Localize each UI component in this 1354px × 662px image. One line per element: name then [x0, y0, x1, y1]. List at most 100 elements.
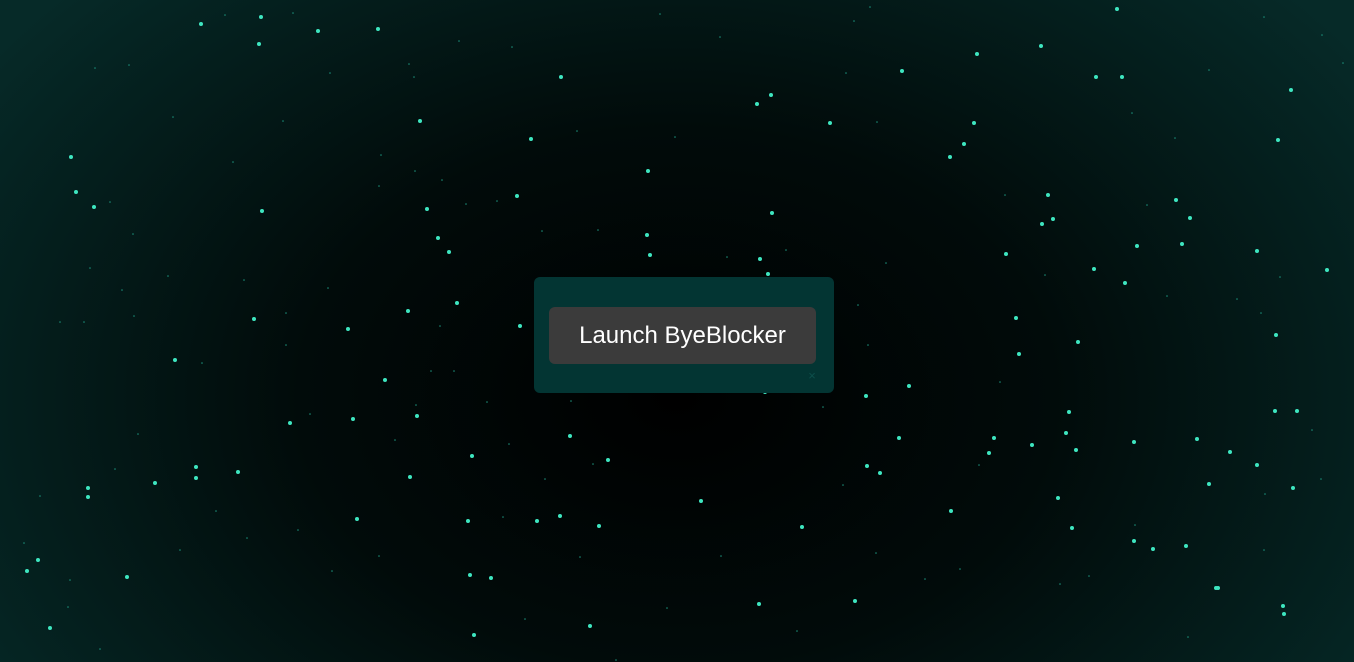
star — [518, 324, 522, 328]
star — [466, 519, 470, 523]
star — [1070, 526, 1074, 530]
star — [1291, 486, 1295, 490]
star-dim — [179, 549, 181, 551]
star — [1039, 44, 1043, 48]
star — [86, 495, 90, 499]
star — [1295, 409, 1299, 413]
star-dim — [133, 315, 135, 317]
star — [36, 558, 40, 562]
star — [853, 599, 857, 603]
star-dim — [885, 262, 887, 264]
star — [1030, 443, 1034, 447]
star-dim — [380, 154, 382, 156]
star-dim — [1044, 274, 1046, 276]
star-dim — [1146, 204, 1148, 206]
star — [489, 576, 493, 580]
star-dim — [94, 67, 96, 69]
launch-byeblocker-button[interactable]: Launch ByeBlocker — [549, 307, 816, 364]
star — [1274, 333, 1278, 337]
star-dim — [541, 230, 543, 232]
star — [1056, 496, 1060, 500]
star-dim — [924, 578, 926, 580]
star-dim — [876, 121, 878, 123]
star — [568, 434, 572, 438]
star — [975, 52, 979, 56]
star-dim — [137, 433, 139, 435]
star-dim — [822, 406, 824, 408]
launcher-panel: Launch ByeBlocker × — [534, 277, 834, 393]
star-dim — [496, 200, 498, 202]
star-dim — [1088, 575, 1090, 577]
star — [1255, 249, 1259, 253]
star-dim — [719, 36, 721, 38]
star-dim — [592, 463, 594, 465]
star — [865, 464, 869, 468]
star-dim — [69, 579, 71, 581]
star — [472, 633, 476, 637]
star — [346, 327, 350, 331]
star-dim — [408, 63, 410, 65]
star-dim — [109, 201, 111, 203]
star — [1064, 431, 1068, 435]
star-dim — [486, 401, 488, 403]
star — [153, 481, 157, 485]
star-dim — [465, 203, 467, 205]
star-dim — [1311, 429, 1313, 431]
star — [770, 211, 774, 215]
star — [1255, 463, 1259, 467]
star — [1067, 410, 1071, 414]
star-dim — [331, 570, 333, 572]
star — [173, 358, 177, 362]
star-dim — [23, 542, 25, 544]
close-icon[interactable]: × — [805, 369, 819, 383]
star — [948, 155, 952, 159]
star — [470, 454, 474, 458]
star — [69, 155, 73, 159]
star — [48, 626, 52, 630]
star — [418, 119, 422, 123]
star — [406, 309, 410, 313]
star — [1092, 267, 1096, 271]
star-dim — [674, 136, 676, 138]
star-dim — [511, 46, 513, 48]
star — [755, 102, 759, 106]
star-dim — [659, 13, 661, 15]
star-dim — [282, 120, 284, 122]
star-dim — [121, 289, 123, 291]
star — [972, 121, 976, 125]
star — [1014, 316, 1018, 320]
star — [1180, 242, 1184, 246]
star — [1174, 198, 1178, 202]
star-dim — [1174, 137, 1176, 139]
star — [455, 301, 459, 305]
star — [588, 624, 592, 628]
star-dim — [1263, 549, 1265, 551]
star-dim — [1208, 69, 1210, 71]
star — [535, 519, 539, 523]
star — [236, 470, 240, 474]
star-dim — [114, 468, 116, 470]
star — [1228, 450, 1232, 454]
star-dim — [378, 185, 380, 187]
star-dim — [1131, 112, 1133, 114]
star — [447, 250, 451, 254]
star-dim — [414, 170, 416, 172]
star — [194, 476, 198, 480]
star-dim — [544, 478, 546, 480]
star-dim — [215, 510, 217, 512]
star — [1115, 7, 1119, 11]
star — [252, 317, 256, 321]
star-dim — [243, 279, 245, 281]
star — [758, 257, 762, 261]
star-dim — [1187, 636, 1189, 638]
star — [900, 69, 904, 73]
star — [408, 475, 412, 479]
star — [1132, 539, 1136, 543]
star — [468, 573, 472, 577]
star-dim — [89, 267, 91, 269]
star — [699, 499, 703, 503]
star — [878, 471, 882, 475]
star-dim — [292, 12, 294, 14]
star — [1188, 216, 1192, 220]
star — [645, 233, 649, 237]
